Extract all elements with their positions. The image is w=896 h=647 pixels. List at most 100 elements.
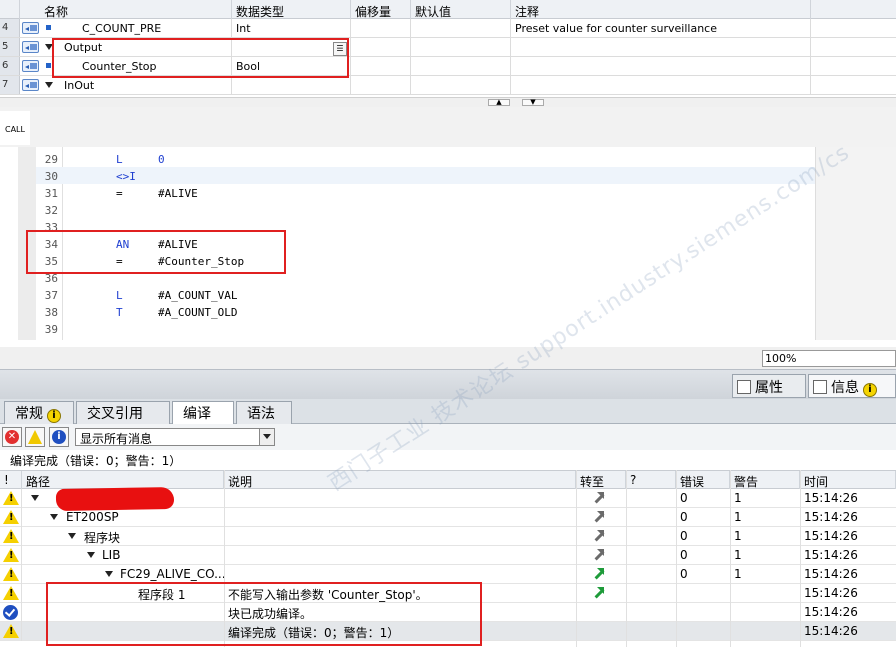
header-default[interactable]: 默认值 — [411, 0, 511, 19]
param-name[interactable]: C_COUNT_PRE — [78, 19, 232, 37]
instruction[interactable]: T — [116, 303, 123, 319]
severity-cell — [0, 546, 22, 565]
filter-errors-button[interactable]: ✕ — [2, 427, 22, 447]
param-default[interactable] — [411, 76, 511, 94]
info-tab[interactable]: 信息 i — [808, 374, 896, 398]
param-comment[interactable] — [511, 38, 811, 56]
param-type[interactable]: Int — [232, 19, 351, 37]
message-time: 15:14:26 — [804, 510, 858, 524]
param-comment[interactable] — [511, 57, 811, 75]
instruction[interactable]: L — [116, 150, 123, 166]
message-row[interactable]: LIB 0 1 15:14:26 — [0, 546, 896, 565]
interface-row[interactable]: 7 InOut — [0, 76, 896, 95]
expand-triangle-icon[interactable] — [105, 571, 113, 577]
splitter-bar[interactable]: ▲ ▼ — [0, 97, 896, 107]
zoom-bar: 100% — [0, 347, 896, 369]
expand-triangle-icon[interactable] — [45, 82, 53, 88]
code-line[interactable]: 38 T #A_COUNT_OLD — [36, 303, 816, 320]
header-time[interactable]: 时间 — [800, 471, 896, 489]
code-line[interactable]: 29 L 0 — [36, 150, 816, 167]
warning-icon — [3, 548, 19, 562]
code-line[interactable]: 31 = #ALIVE — [36, 184, 816, 201]
operand[interactable]: #A_COUNT_OLD — [158, 303, 237, 319]
severity-cell — [0, 489, 22, 508]
column-divider — [676, 470, 677, 647]
expand-triangle-icon[interactable] — [68, 533, 76, 539]
goto-arrow-icon[interactable] — [592, 511, 604, 523]
header-path[interactable]: 路径 — [22, 471, 224, 489]
collapse-up-icon[interactable]: ▲ — [488, 99, 510, 106]
interface-row[interactable]: 4 C_COUNT_PRE Int Preset value for count… — [0, 19, 896, 38]
filter-warnings-button[interactable] — [25, 427, 45, 447]
header-offset[interactable]: 偏移量 — [351, 0, 411, 19]
expand-down-icon[interactable]: ▼ — [522, 99, 544, 106]
param-default[interactable] — [411, 57, 511, 75]
instruction-bar: CALL — [0, 107, 896, 147]
goto-arrow-icon[interactable] — [592, 549, 604, 561]
param-type[interactable] — [232, 76, 351, 94]
message-time: 15:14:26 — [804, 624, 858, 638]
goto-arrow-icon[interactable] — [592, 492, 604, 504]
code-line[interactable]: 30 <>I — [36, 167, 816, 184]
message-filter-bar: ✕ i 显示所有消息 — [0, 424, 896, 450]
warning-count: 1 — [734, 548, 742, 562]
operand[interactable]: #ALIVE — [158, 184, 198, 200]
call-tab[interactable]: CALL — [0, 111, 30, 145]
tab-compile[interactable]: 编译 — [172, 401, 234, 425]
filter-info-button[interactable]: i — [49, 427, 69, 447]
section-name[interactable]: InOut — [60, 76, 232, 94]
instruction[interactable]: = — [116, 184, 123, 200]
expand-triangle-icon[interactable] — [31, 495, 39, 501]
operand[interactable]: 0 — [158, 150, 165, 166]
code-line[interactable]: 32 — [36, 201, 816, 218]
code-line[interactable]: 39 — [36, 320, 816, 337]
tab-cross-reference[interactable]: 交叉引用 — [76, 401, 170, 424]
warning-icon — [3, 624, 19, 638]
param-offset — [351, 38, 411, 56]
goto-arrow-icon[interactable] — [592, 568, 604, 580]
highlight-box — [52, 38, 349, 78]
line-number: 38 — [44, 306, 58, 319]
header-description[interactable]: 说明 — [224, 471, 576, 489]
chevron-down-icon[interactable] — [259, 429, 274, 445]
info-panel-icon — [813, 380, 827, 394]
param-default[interactable] — [411, 19, 511, 37]
header-errors[interactable]: 错误 — [676, 471, 730, 489]
header-severity[interactable]: ! — [0, 471, 22, 489]
message-filter-select[interactable]: 显示所有消息 — [75, 428, 275, 446]
column-divider — [576, 470, 577, 647]
properties-tab[interactable]: 属性 — [732, 374, 806, 398]
param-comment[interactable]: Preset value for counter surveillance — [511, 19, 811, 37]
header-goto[interactable]: 转至 — [576, 471, 626, 489]
message-time: 15:14:26 — [804, 529, 858, 543]
goto-arrow-icon[interactable] — [592, 587, 604, 599]
expand-triangle-icon[interactable] — [87, 552, 95, 558]
header-comment[interactable]: 注释 — [511, 0, 811, 19]
tab-general[interactable]: 常规 i — [4, 401, 74, 424]
tab-syntax[interactable]: 语法 — [236, 401, 292, 424]
header-number-col — [0, 0, 20, 19]
header-help[interactable]: ? — [626, 471, 676, 489]
header-name[interactable]: 名称 — [40, 0, 232, 19]
goto-arrow-icon[interactable] — [592, 530, 604, 542]
header-warnings[interactable]: 警告 — [730, 471, 800, 489]
warning-icon — [28, 430, 42, 444]
properties-icon — [737, 380, 751, 394]
severity-cell — [0, 622, 22, 641]
message-row[interactable]: ET200SP 0 1 15:14:26 — [0, 508, 896, 527]
compile-status: 编译完成（错误：0；警告：1） — [10, 454, 182, 468]
warning-icon — [3, 491, 19, 505]
header-datatype[interactable]: 数据类型 — [232, 0, 351, 19]
message-row[interactable]: 程序块 0 1 15:14:26 — [0, 527, 896, 546]
operand[interactable]: #A_COUNT_VAL — [158, 286, 237, 302]
code-line[interactable]: 37 L #A_COUNT_VAL — [36, 286, 816, 303]
expand-triangle-icon[interactable] — [50, 514, 58, 520]
param-comment[interactable] — [511, 76, 811, 94]
row-number: 6 — [0, 57, 20, 75]
instruction[interactable]: <>I — [116, 167, 136, 183]
zoom-field[interactable]: 100% — [762, 350, 896, 367]
instruction[interactable]: L — [116, 286, 123, 302]
inout-param-icon — [22, 79, 39, 91]
param-default[interactable] — [411, 38, 511, 56]
tab-compile-label: 编译 — [183, 406, 211, 422]
